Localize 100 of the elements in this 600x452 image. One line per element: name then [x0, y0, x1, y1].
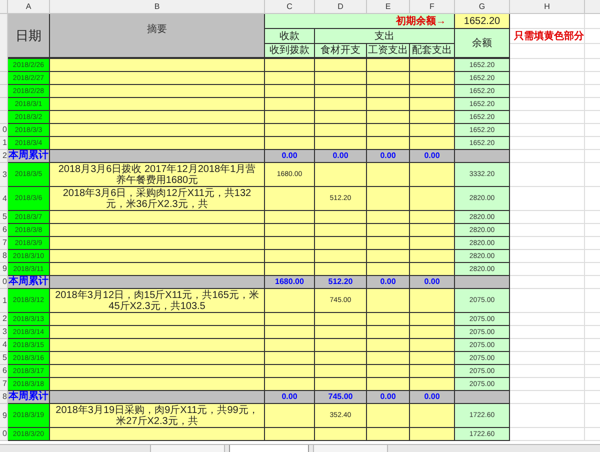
row-number: 4: [2, 194, 7, 202]
row-header[interactable]: 6: [0, 224, 8, 237]
row-header[interactable]: 2: [0, 313, 8, 326]
sheet-tab[interactable]: [313, 445, 388, 452]
table-cell: [367, 59, 410, 72]
row-header[interactable]: 7: [0, 378, 8, 391]
row-number: 8: [2, 252, 7, 260]
table-cell: [410, 137, 455, 150]
row-header[interactable]: [0, 111, 8, 124]
table-cell: [367, 137, 410, 150]
row-number: 1: [2, 296, 7, 304]
weekly-total-label: 本周累计: [8, 150, 50, 163]
row-number: 5: [2, 354, 7, 362]
sheet-tab[interactable]: [229, 445, 309, 452]
table-cell: [410, 365, 455, 378]
sheet-tab[interactable]: [150, 445, 225, 452]
table-cell: [367, 224, 410, 237]
table-cell: [410, 211, 455, 224]
header-cell: 支出: [315, 29, 455, 44]
row-number: 3: [2, 328, 7, 336]
row-header[interactable]: 3: [0, 326, 8, 339]
row-header[interactable]: 1: [0, 289, 8, 313]
row-header[interactable]: 0: [0, 276, 8, 289]
table-cell: [265, 313, 315, 326]
summary-cell: 2018年3月19日采购，肉9斤X11元，共99元，米27斤X2.3元，共: [50, 404, 265, 428]
table-cell: 0.00: [410, 391, 455, 404]
row-header[interactable]: 5: [0, 211, 8, 224]
summary-cell: 2018月3月6日拨收 2017年12月2018年1月营养午餐费用1680元: [50, 163, 265, 187]
table-cell: [265, 187, 315, 211]
table-cell: [315, 339, 367, 352]
row-header[interactable]: [0, 72, 8, 85]
row-header[interactable]: 5: [0, 352, 8, 365]
row-number: 3: [2, 170, 7, 178]
table-cell: [367, 85, 410, 98]
column-header[interactable]: H: [510, 0, 585, 14]
table-cell: 0.00: [265, 391, 315, 404]
table-cell: [367, 428, 410, 441]
row-header[interactable]: 3: [0, 163, 8, 187]
table-cell: [315, 163, 367, 187]
table-cell: [410, 85, 455, 98]
table-cell: [315, 59, 367, 72]
row-number: 9: [2, 412, 7, 420]
row-number: 9: [2, 265, 7, 273]
table-cell: [410, 59, 455, 72]
table-cell: [367, 163, 410, 187]
table-cell: [367, 289, 410, 313]
row-header[interactable]: 8: [0, 391, 8, 404]
table-cell: [315, 378, 367, 391]
row-number: 0: [2, 278, 7, 286]
table-cell: [265, 211, 315, 224]
table-cell: [410, 289, 455, 313]
row-header[interactable]: 7: [0, 237, 8, 250]
table-cell: [315, 85, 367, 98]
table-cell: [455, 150, 510, 163]
opening-balance-cell: 1652.20: [455, 14, 510, 29]
table-cell: [315, 72, 367, 85]
row-header[interactable]: 6: [0, 365, 8, 378]
row-header[interactable]: 4: [0, 187, 8, 211]
row-header[interactable]: 9: [0, 263, 8, 276]
table-cell: [410, 224, 455, 237]
table-cell: [410, 72, 455, 85]
table-cell: [315, 352, 367, 365]
weekly-total-label: 本周累计: [8, 276, 50, 289]
weekly-total-label: 本周累计: [8, 391, 50, 404]
row-header[interactable]: 9: [0, 404, 8, 428]
table-cell: [410, 339, 455, 352]
row-number: 2: [2, 315, 7, 323]
header-cell: 日期: [8, 14, 50, 59]
table-cell: [315, 224, 367, 237]
row-number: 6: [2, 367, 7, 375]
table-cell: [367, 378, 410, 391]
table-cell: 0.00: [265, 150, 315, 163]
row-header[interactable]: [0, 14, 8, 59]
table-cell: [410, 98, 455, 111]
row-number: 0: [2, 126, 7, 134]
header-cell: 配套支出: [410, 44, 455, 59]
table-cell: [410, 352, 455, 365]
row-header[interactable]: 1: [0, 137, 8, 150]
row-header[interactable]: 2: [0, 150, 8, 163]
row-header[interactable]: [0, 59, 8, 72]
summary-cell: 2018年3月12日，肉15斤X11元，共165元，米45斤X2.3元，共103.5: [50, 289, 265, 313]
row-number: 5: [2, 213, 7, 221]
row-header[interactable]: 0: [0, 428, 8, 441]
table-cell: [265, 365, 315, 378]
row-header[interactable]: 8: [0, 250, 8, 263]
table-cell: [265, 378, 315, 391]
row-header[interactable]: 4: [0, 339, 8, 352]
table-cell: 0.00: [315, 150, 367, 163]
table-cell: [367, 326, 410, 339]
row-header[interactable]: [0, 85, 8, 98]
table-cell: [315, 365, 367, 378]
note-text: 只需填黄色部分: [510, 29, 585, 44]
row-header[interactable]: [0, 98, 8, 111]
table-cell: [265, 404, 315, 428]
row-number: 0: [2, 430, 7, 438]
row-number: 7: [2, 380, 7, 388]
table-cell: [367, 263, 410, 276]
table-cell: [410, 378, 455, 391]
table-cell: [367, 237, 410, 250]
row-header[interactable]: 0: [0, 124, 8, 137]
